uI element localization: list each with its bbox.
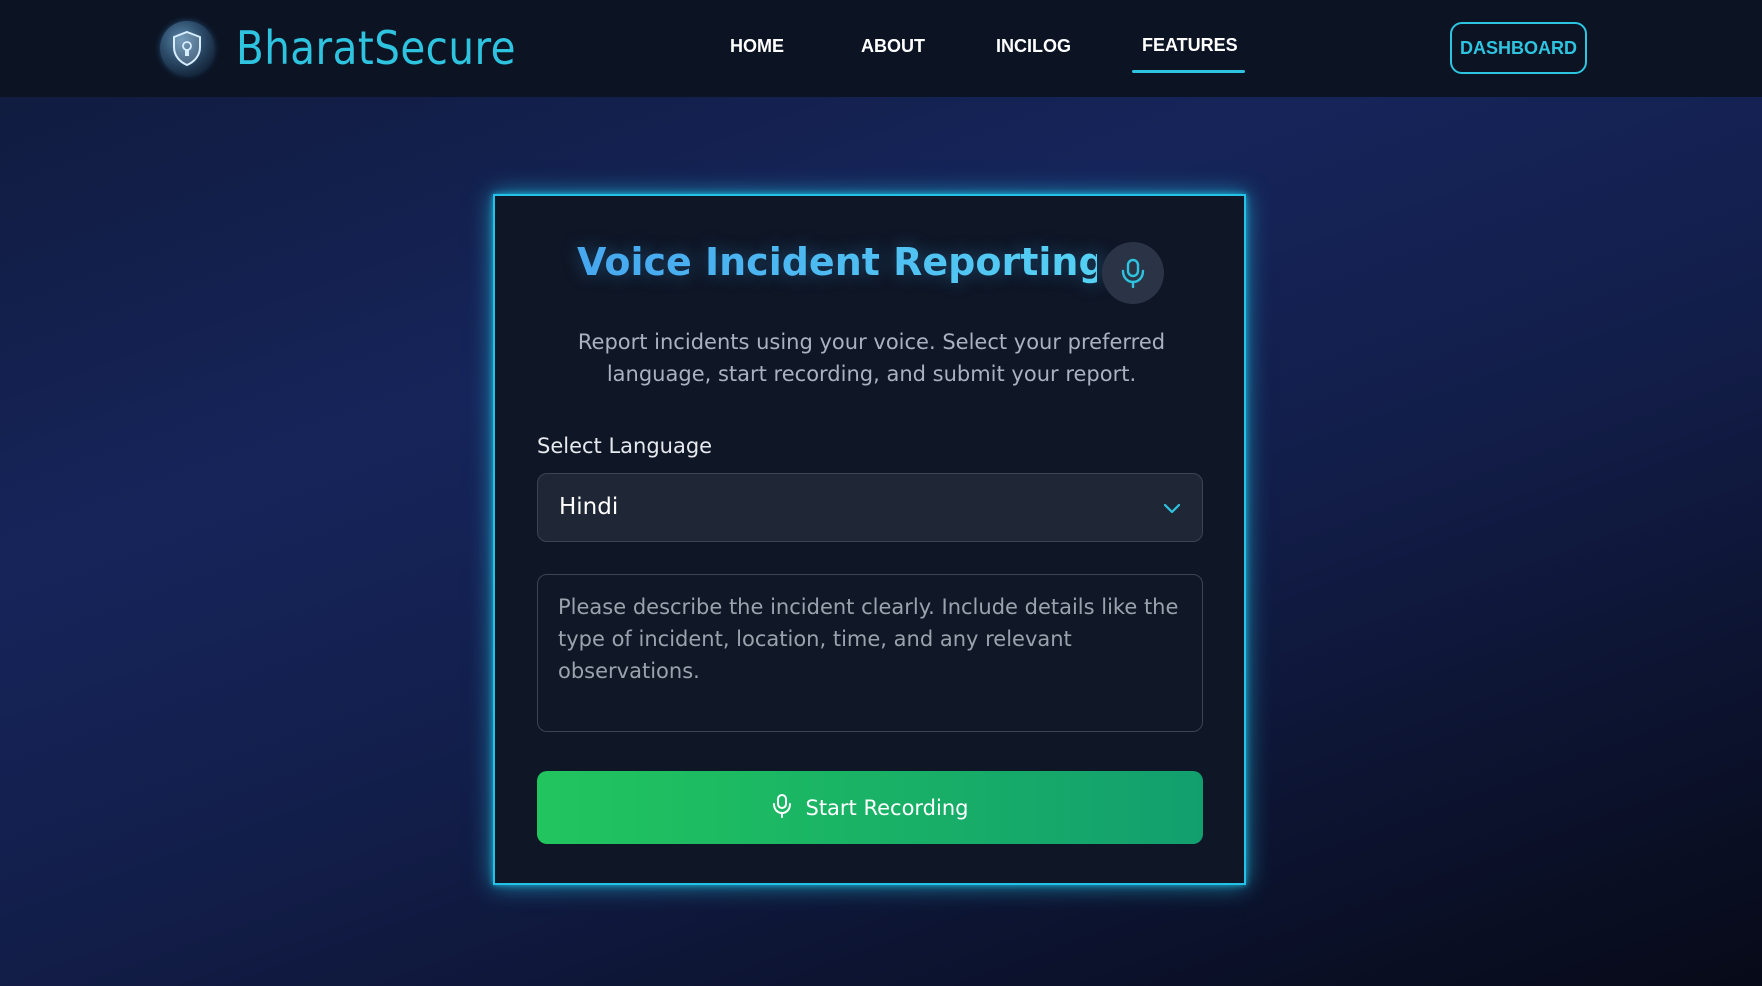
page-description: Report incidents using your voice. Selec… xyxy=(577,330,1166,386)
voice-report-card: Voice Incident Reporting Report incident… xyxy=(493,194,1246,885)
active-nav-indicator xyxy=(1132,70,1245,73)
microphone-icon xyxy=(1102,242,1164,304)
page-title: Voice Incident Reporting xyxy=(577,240,1106,284)
dashboard-button[interactable]: DASHBOARD xyxy=(1450,22,1587,74)
incident-description-textarea[interactable]: Please describe the incident clearly. In… xyxy=(537,574,1203,732)
shield-globe-icon xyxy=(160,21,214,75)
start-recording-label: Start Recording xyxy=(805,795,969,820)
brand-name: BharatSecure xyxy=(236,21,517,75)
nav-features[interactable]: FEATURES xyxy=(1142,35,1238,56)
textarea-placeholder: Please describe the incident clearly. In… xyxy=(558,595,1179,683)
top-navbar: BharatSecure HOME ABOUT INCILOG FEATURES… xyxy=(0,0,1762,97)
language-label: Select Language xyxy=(537,434,713,458)
language-select[interactable]: Hindi xyxy=(537,473,1203,542)
nav-incilog[interactable]: INCILOG xyxy=(996,36,1071,57)
language-selected-value: Hindi xyxy=(559,494,619,520)
chevron-down-icon xyxy=(1162,498,1182,522)
brand-logo[interactable]: BharatSecure xyxy=(160,20,554,76)
nav-about[interactable]: ABOUT xyxy=(861,36,925,57)
start-recording-button[interactable]: Start Recording xyxy=(537,771,1203,844)
microphone-icon xyxy=(771,793,793,823)
nav-home[interactable]: HOME xyxy=(730,36,784,57)
